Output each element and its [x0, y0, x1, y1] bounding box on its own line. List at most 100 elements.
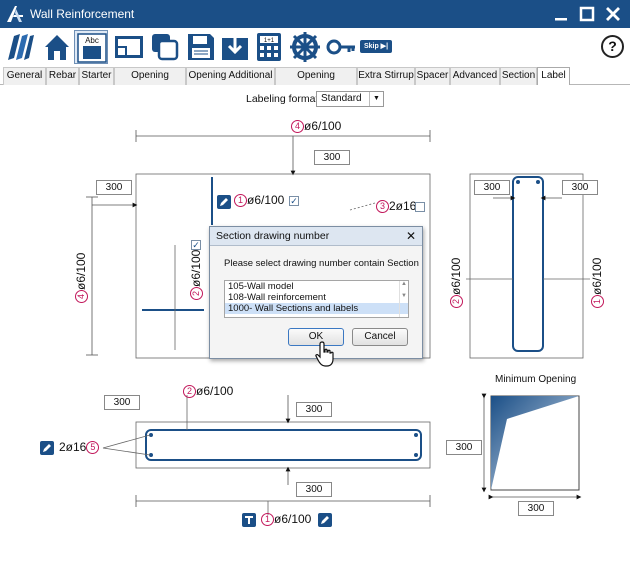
minimum-opening-diagram [481, 393, 582, 500]
dialog-prompt: Please select drawing number contain Sec… [224, 258, 419, 269]
side-right-vertical-label: 1ø6/100 [590, 257, 605, 308]
home-icon [45, 35, 69, 60]
window-title: Wall Reinforcement [30, 7, 135, 21]
labeling-format-label: Labeling format: [246, 93, 322, 105]
elevation-top-offset-input[interactable]: 300 [314, 150, 350, 165]
plan-bottom-offset-input[interactable]: 300 [296, 482, 332, 497]
label-button[interactable]: Abc [74, 30, 108, 64]
diagonal-label-checkbox[interactable] [415, 202, 425, 212]
settings-button[interactable] [288, 30, 322, 64]
skip-button[interactable]: Skip ▶| [360, 40, 392, 53]
elevation-diagonal-label: 3 2ø16 [376, 199, 417, 214]
edit-bar-label-button[interactable] [40, 441, 54, 455]
label-number-badge: 2 [183, 385, 196, 399]
inner-label-checkbox[interactable]: ✓ [191, 240, 201, 250]
side-section [466, 173, 590, 359]
drawing-number-list[interactable]: 105-Wall model 108-Wall reinforcement 10… [224, 280, 409, 318]
min-opening-width-input[interactable]: 300 [518, 501, 554, 516]
min-opening-height-input[interactable]: 300 [446, 440, 482, 455]
calculator-button[interactable]: 1+1 [252, 30, 286, 64]
text-t-icon [245, 516, 253, 524]
key-button[interactable] [324, 30, 358, 64]
label-number-badge: 3 [376, 200, 389, 214]
dialog-title-bar: Section drawing number ✕ [210, 227, 422, 246]
import-icon [222, 33, 248, 60]
import-button[interactable] [218, 30, 252, 64]
label-text: ø6/100 [274, 512, 312, 526]
label-number-badge: 1 [591, 295, 605, 308]
maximize-button[interactable] [576, 3, 598, 25]
plan-bottom-label: 1 ø6/100 [261, 512, 312, 527]
label-number-badge: 1 [234, 194, 247, 208]
text-style-button[interactable] [242, 513, 256, 527]
save-button[interactable] [184, 30, 218, 64]
tab-bar: General Rebar Starter Opening Stirrup Op… [0, 66, 630, 97]
plan-top-label: 2 ø6/100 [183, 384, 233, 399]
side-left-vertical-label: 2ø6/100 [449, 258, 464, 308]
tab-spacer[interactable]: Spacer [415, 67, 450, 85]
tab-rebar[interactable]: Rebar [46, 67, 79, 85]
labeling-format-value: Standard [321, 93, 362, 104]
mid-label-checkbox[interactable]: ✓ [289, 196, 299, 206]
tab-section[interactable]: Section [500, 67, 537, 85]
edit-bottom-label-button[interactable] [318, 513, 332, 527]
edit-label-button[interactable] [217, 195, 231, 209]
tab-extra-stirrup[interactable]: Extra Stirrup [357, 67, 415, 85]
wall-model-button[interactable] [4, 30, 38, 64]
svg-text:Abc: Abc [85, 36, 99, 45]
plan-left-offset-input[interactable]: 300 [104, 395, 140, 410]
copy-icon [152, 34, 179, 61]
side-left-offset-input[interactable]: 300 [474, 180, 510, 195]
label-number-badge: 2 [190, 287, 204, 300]
tab-advanced[interactable]: Advanced [450, 67, 500, 85]
save-icon [188, 34, 214, 60]
plan-bar-label: 2ø16 5 [59, 440, 100, 455]
list-item[interactable]: 105-Wall model [225, 281, 408, 292]
tab-opening-additional[interactable]: Opening Additional [186, 67, 275, 85]
help-button[interactable]: ? [601, 35, 624, 58]
wall-model-icon [8, 34, 34, 60]
tab-label[interactable]: Label [537, 67, 570, 86]
cancel-button[interactable]: Cancel [352, 328, 408, 346]
pencil-icon [43, 444, 51, 452]
dialog-close-icon[interactable]: ✕ [406, 227, 416, 245]
chevron-down-icon: ▼ [369, 92, 383, 106]
tab-opening-stirrup[interactable]: Opening Stirrup [114, 67, 186, 97]
list-scrollbar[interactable]: ▲ ▼ [399, 281, 408, 317]
label-text: ø6/100 [304, 119, 342, 133]
tab-starter[interactable]: Starter [79, 67, 114, 85]
label-text: 2ø16 [389, 199, 417, 213]
hand-cursor-icon [315, 341, 334, 367]
elevation-top-dimension [135, 130, 431, 176]
tab-general[interactable]: General [3, 67, 46, 85]
svg-text:1+1: 1+1 [264, 38, 275, 44]
label-number-badge: 4 [291, 120, 304, 134]
label-text: 2ø16 [59, 440, 87, 454]
label-text: ø6/100 [590, 257, 604, 295]
pencil-icon [321, 516, 329, 524]
window-layout-icon [115, 36, 143, 58]
plan-section [102, 395, 431, 515]
elevation-left-offset-input[interactable]: 300 [96, 180, 132, 195]
label-text: ø6/100 [189, 249, 203, 287]
list-item[interactable]: 108-Wall reinforcement [225, 292, 408, 303]
list-item[interactable]: 1000- Wall Sections and labels [225, 303, 408, 314]
label-number-badge: 4 [75, 290, 89, 303]
home-button[interactable] [40, 30, 74, 64]
copy-button[interactable] [148, 30, 182, 64]
settings-wheel-icon [290, 32, 320, 62]
app-logo-icon [4, 3, 26, 25]
pencil-icon [220, 198, 228, 206]
title-bar: Wall Reinforcement [0, 0, 630, 28]
label-number-badge: 2 [450, 295, 464, 308]
label-number-badge: 5 [86, 441, 100, 455]
labeling-format-select[interactable]: Standard ▼ [316, 91, 384, 107]
side-right-offset-input[interactable]: 300 [562, 180, 598, 195]
tab-opening-diagonal[interactable]: Opening Diagonal [275, 67, 357, 97]
elevation-left-vertical-label: 4ø6/100 [74, 253, 89, 303]
layout-button[interactable] [112, 30, 146, 64]
plan-top-offset-input[interactable]: 300 [296, 402, 332, 417]
close-button[interactable] [602, 3, 624, 25]
minimize-button[interactable] [550, 3, 572, 25]
elevation-mid-label: 1 ø6/100 [234, 193, 284, 208]
